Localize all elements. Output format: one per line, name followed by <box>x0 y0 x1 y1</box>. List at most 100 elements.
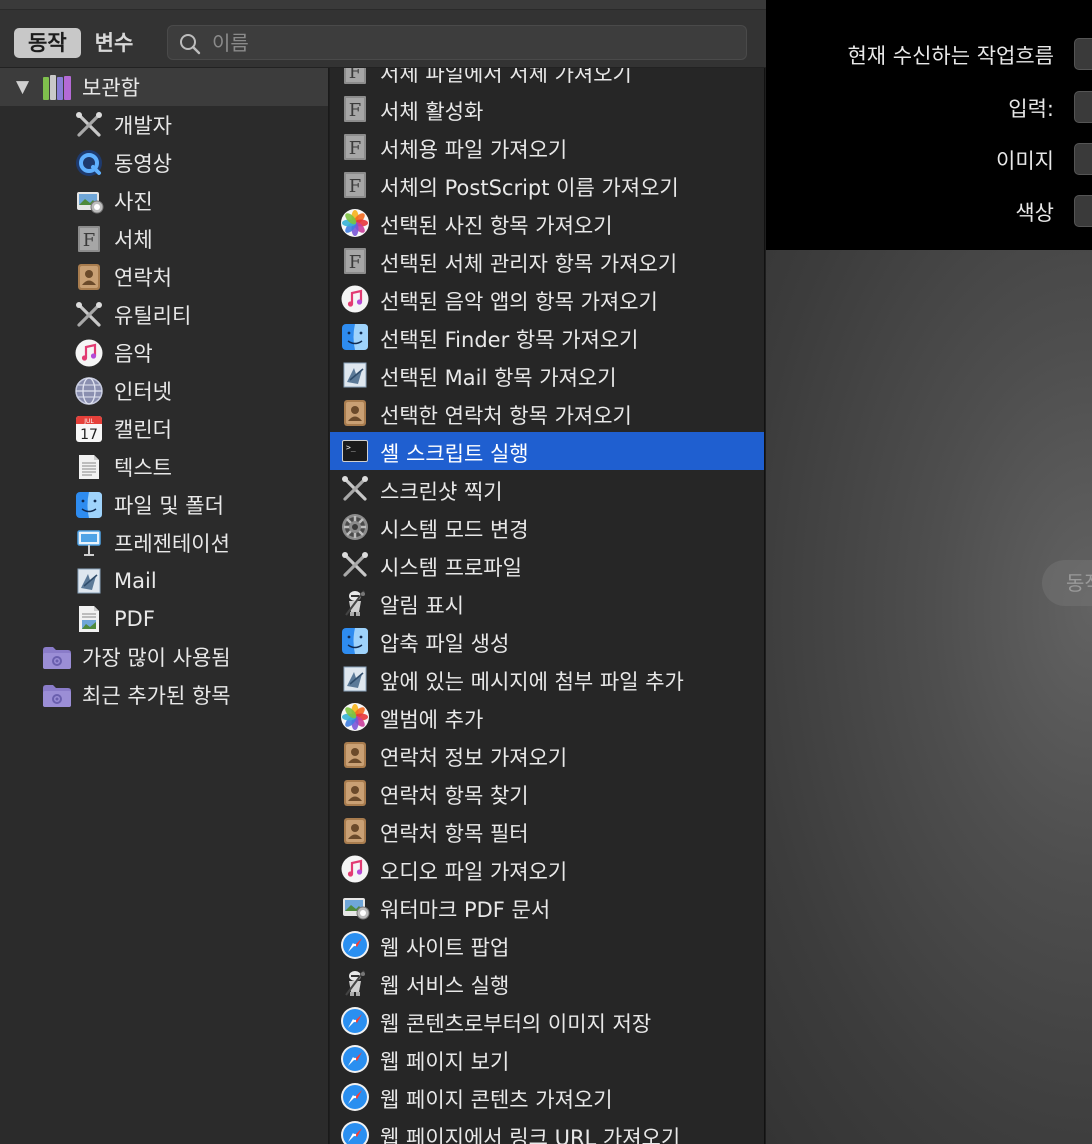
workflow-settings-panel: 현재 수신하는 작업흐름 입력: 이미지 색상 <box>766 0 1092 250</box>
font-icon: F <box>340 170 370 200</box>
action-list-item[interactable]: 연락처 정보 가져오기 <box>330 736 764 774</box>
sidebar-item[interactable]: 인터넷 <box>0 372 328 410</box>
tools-icon <box>340 474 370 504</box>
action-label: 압축 파일 생성 <box>380 632 510 656</box>
svg-text:F: F <box>83 230 96 251</box>
contacts-icon <box>340 740 370 770</box>
sidebar-item-label: 사진 <box>114 190 153 214</box>
search-input[interactable] <box>212 28 732 57</box>
sidebar-item-label: 텍스트 <box>114 456 172 480</box>
search-field[interactable] <box>167 25 747 60</box>
action-list-item[interactable]: 선택된 사진 항목 가져오기 <box>330 204 764 242</box>
text-icon <box>74 452 104 482</box>
sidebar-smart-folder[interactable]: 가장 많이 사용됨 <box>0 638 328 676</box>
safari-icon <box>340 1006 370 1036</box>
action-list-item[interactable]: 웹 서비스 실행 <box>330 964 764 1002</box>
sidebar-item[interactable]: 텍스트 <box>0 448 328 486</box>
action-list-item[interactable]: 연락처 항목 찾기 <box>330 774 764 812</box>
input-popup-button[interactable] <box>1074 91 1092 123</box>
action-label: 시스템 프로파일 <box>380 556 522 580</box>
workflow-canvas[interactable]: 동작 <box>766 250 1092 1144</box>
sidebar-item[interactable]: 연락처 <box>0 258 328 296</box>
keynote-icon <box>74 528 104 558</box>
svg-text:>_: >_ <box>346 443 356 452</box>
photos-icon <box>340 208 370 238</box>
terminal-icon: >_ <box>340 436 370 466</box>
action-list-item[interactable]: 앨범에 추가 <box>330 698 764 736</box>
color-label: 색상 <box>1015 201 1054 225</box>
action-label: 선택된 Finder 항목 가져오기 <box>380 328 639 352</box>
sidebar-item-label: 서체 <box>114 228 153 252</box>
action-list-item[interactable]: 스크린샷 찍기 <box>330 470 764 508</box>
action-list-item[interactable]: 시스템 모드 변경 <box>330 508 764 546</box>
action-label: 셸 스크립트 실행 <box>380 442 529 466</box>
smart-folder-icon <box>42 680 72 710</box>
action-list-item[interactable]: F 서체의 PostScript 이름 가져오기 <box>330 166 764 204</box>
library-icon <box>42 72 72 102</box>
svg-text:F: F <box>349 252 362 273</box>
font-icon: F <box>340 68 370 86</box>
safari-icon <box>340 1044 370 1074</box>
action-list-item[interactable]: 선택된 음악 앱의 항목 가져오기 <box>330 280 764 318</box>
finder-icon <box>340 626 370 656</box>
action-list-item[interactable]: F 선택된 서체 관리자 항목 가져오기 <box>330 242 764 280</box>
sidebar-item[interactable]: 프레젠테이션 <box>0 524 328 562</box>
automator-icon <box>340 588 370 618</box>
action-list-item[interactable]: 선택한 연락처 항목 가져오기 <box>330 394 764 432</box>
action-label: 선택된 Mail 항목 가져오기 <box>380 366 617 390</box>
action-list-item[interactable]: 워터마크 PDF 문서 <box>330 888 764 926</box>
action-label: 웹 페이지 보기 <box>380 1050 510 1074</box>
sidebar-item[interactable]: 사진 <box>0 182 328 220</box>
sidebar-item[interactable]: 개발자 <box>0 106 328 144</box>
action-list-item[interactable]: 웹 페이지에서 링크 URL 가져오기 <box>330 1116 764 1144</box>
action-list-item[interactable]: 웹 페이지 보기 <box>330 1040 764 1078</box>
calendar-day-text: 17 <box>80 427 98 443</box>
action-list-item[interactable]: 연락처 항목 필터 <box>330 812 764 850</box>
action-list-item[interactable]: 웹 사이트 팝업 <box>330 926 764 964</box>
action-list-item[interactable]: 앞에 있는 메시지에 첨부 파일 추가 <box>330 660 764 698</box>
action-label: 오디오 파일 가져오기 <box>380 860 568 884</box>
sidebar-item[interactable]: 동영상 <box>0 144 328 182</box>
sidebar-item-library[interactable]: ▼ 보관함 <box>0 68 328 106</box>
image-label: 이미지 <box>996 149 1054 173</box>
action-list-item[interactable]: 선택된 Mail 항목 가져오기 <box>330 356 764 394</box>
sidebar-item[interactable]: 음악 <box>0 334 328 372</box>
action-label: 서체 파일에서 서체 가져오기 <box>380 68 632 86</box>
finder-icon <box>74 490 104 520</box>
tab-variables[interactable]: 변수 <box>81 28 148 58</box>
action-label: 웹 사이트 팝업 <box>380 936 510 960</box>
action-list-item[interactable]: 압축 파일 생성 <box>330 622 764 660</box>
sidebar-smart-folder[interactable]: 최근 추가된 항목 <box>0 676 328 714</box>
action-label: 선택된 음악 앱의 항목 가져오기 <box>380 290 658 314</box>
sidebar-item[interactable]: 유틸리티 <box>0 296 328 334</box>
tab-actions[interactable]: 동작 <box>14 28 81 58</box>
action-list-item[interactable]: F 서체용 파일 가져오기 <box>330 128 764 166</box>
sidebar-item-label: 유틸리티 <box>114 304 192 328</box>
action-list-item[interactable]: F 서체 파일에서 서체 가져오기 <box>330 68 764 90</box>
sidebar-item[interactable]: Mail <box>0 562 328 600</box>
calendar-icon: JUL 17 <box>74 414 104 444</box>
sidebar-item[interactable]: JUL 17 캘린더 <box>0 410 328 448</box>
action-list-item[interactable]: 선택된 Finder 항목 가져오기 <box>330 318 764 356</box>
action-list-item[interactable]: 시스템 프로파일 <box>330 546 764 584</box>
action-list-item[interactable]: 웹 페이지 콘텐츠 가져오기 <box>330 1078 764 1116</box>
sidebar-item[interactable]: F 서체 <box>0 220 328 258</box>
action-list-item[interactable]: F 서체 활성화 <box>330 90 764 128</box>
disclosure-triangle-icon[interactable]: ▼ <box>16 77 29 97</box>
action-list-item[interactable]: 오디오 파일 가져오기 <box>330 850 764 888</box>
action-label: 웹 페이지에서 링크 URL 가져오기 <box>380 1126 681 1144</box>
image-popup-button[interactable] <box>1074 143 1092 175</box>
mail-icon <box>74 566 104 596</box>
contacts-icon <box>340 816 370 846</box>
actions-variables-segmented-control: 동작 변수 <box>14 28 147 58</box>
action-list-item[interactable]: 알림 표시 <box>330 584 764 622</box>
tools-icon <box>74 300 104 330</box>
action-label: 서체용 파일 가져오기 <box>380 138 568 162</box>
sidebar-item[interactable]: 파일 및 폴더 <box>0 486 328 524</box>
sidebar-item[interactable]: PDF <box>0 600 328 638</box>
action-list-item[interactable]: >_ 셸 스크립트 실행 <box>330 432 764 470</box>
action-list-item[interactable]: 웹 콘텐츠로부터의 이미지 저장 <box>330 1002 764 1040</box>
color-popup-button[interactable] <box>1074 195 1092 227</box>
svg-text:F: F <box>349 176 362 197</box>
receives-popup-button[interactable] <box>1074 38 1092 70</box>
